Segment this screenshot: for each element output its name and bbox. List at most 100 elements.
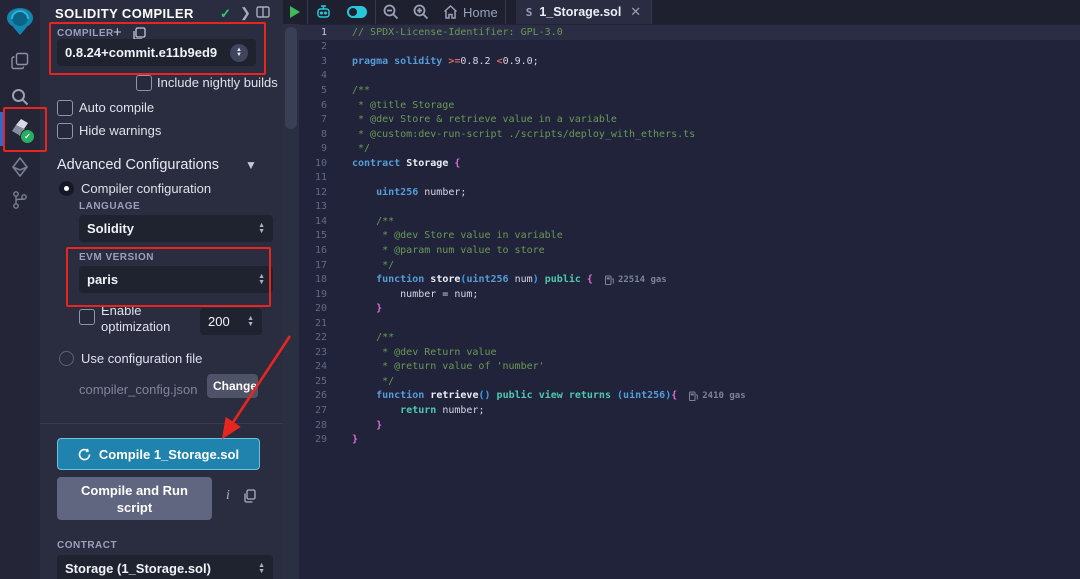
file-explorer-icon[interactable] bbox=[0, 44, 40, 78]
config-file-radio[interactable] bbox=[59, 351, 74, 366]
code-text: uint256 number; bbox=[352, 187, 466, 198]
ai-assistant-icon[interactable] bbox=[308, 0, 339, 24]
code-line[interactable]: 19 number = num; bbox=[299, 287, 1080, 302]
code-line[interactable]: 27 return number; bbox=[299, 403, 1080, 418]
git-icon[interactable] bbox=[0, 183, 40, 217]
editor-tab[interactable]: S 1_Storage.sol ✕ bbox=[516, 0, 652, 24]
advanced-config-title[interactable]: Advanced Configurations bbox=[57, 157, 219, 173]
version-stepper-icon: ▲▼ bbox=[230, 44, 248, 62]
search-icon[interactable] bbox=[0, 80, 40, 114]
compiler-config-radio[interactable] bbox=[59, 181, 74, 196]
language-select[interactable]: Solidity ▲▼ bbox=[79, 215, 273, 242]
copy-icon[interactable] bbox=[243, 489, 256, 503]
panel-resize-handle[interactable] bbox=[283, 24, 299, 579]
line-number: 11 bbox=[299, 172, 327, 183]
line-number: 18 bbox=[299, 274, 327, 285]
zoom-out-icon[interactable] bbox=[376, 0, 406, 24]
code-text: * @dev Store & retrieve value in a varia… bbox=[352, 114, 617, 125]
code-text: /** bbox=[352, 85, 370, 96]
code-line[interactable]: 11 bbox=[299, 170, 1080, 185]
compiler-label: COMPILER bbox=[57, 28, 114, 39]
autocompile-checkbox[interactable] bbox=[57, 100, 73, 116]
code-text: * @dev Return value bbox=[352, 347, 497, 358]
code-text: number = num; bbox=[352, 289, 478, 300]
line-number: 26 bbox=[299, 390, 327, 401]
line-number: 12 bbox=[299, 187, 327, 198]
tab-solidity-icon: S bbox=[526, 6, 533, 19]
line-number: 13 bbox=[299, 201, 327, 212]
code-line[interactable]: 13 bbox=[299, 200, 1080, 215]
code-text: /** bbox=[352, 332, 394, 343]
collapse-chevron-icon[interactable]: ▼ bbox=[245, 158, 257, 172]
compiler-version-select[interactable]: 0.8.24+commit.e11b9ed9 ▲▼ bbox=[57, 39, 256, 66]
code-line[interactable]: 12 uint256 number; bbox=[299, 185, 1080, 200]
zoom-in-icon[interactable] bbox=[406, 0, 436, 24]
code-line[interactable]: 8 * @custom:dev-run-script ./scripts/dep… bbox=[299, 127, 1080, 142]
code-line[interactable]: 17 */ bbox=[299, 258, 1080, 273]
remix-ide-window: ✓ SOLIDITY COMPILER ✓ ❯ COMPILER + bbox=[0, 0, 1080, 579]
code-line[interactable]: 15 * @dev Store value in variable bbox=[299, 229, 1080, 244]
gas-estimate-badge: 22514 gas bbox=[605, 275, 667, 285]
deploy-run-icon[interactable] bbox=[0, 150, 40, 184]
code-line[interactable]: 25 */ bbox=[299, 374, 1080, 389]
compile-button[interactable]: Compile 1_Storage.sol bbox=[57, 438, 260, 470]
code-line[interactable]: 1// SPDX-License-Identifier: GPL-3.0 bbox=[299, 25, 1080, 40]
forward-chevron-icon[interactable]: ❯ bbox=[240, 5, 251, 21]
columns-panel-icon[interactable] bbox=[256, 6, 270, 18]
contract-select[interactable]: Storage (1_Storage.sol) ▲▼ bbox=[57, 555, 273, 579]
line-number: 24 bbox=[299, 361, 327, 372]
evm-select[interactable]: paris ▲▼ bbox=[79, 266, 273, 293]
code-line[interactable]: 21 bbox=[299, 316, 1080, 331]
code-line[interactable]: 24 * @return value of 'number' bbox=[299, 360, 1080, 375]
code-text: */ bbox=[352, 376, 394, 387]
nightly-checkbox[interactable] bbox=[136, 75, 152, 91]
code-text: contract Storage { bbox=[352, 158, 460, 169]
code-line[interactable]: 5/** bbox=[299, 83, 1080, 98]
copilot-toggle-icon[interactable] bbox=[339, 0, 375, 24]
remix-logo-icon[interactable] bbox=[0, 2, 40, 42]
code-line[interactable]: 23 * @dev Return value bbox=[299, 345, 1080, 360]
code-lines[interactable]: 1// SPDX-License-Identifier: GPL-3.023pr… bbox=[299, 25, 1080, 447]
code-line[interactable]: 2 bbox=[299, 40, 1080, 55]
code-line[interactable]: 7 * @dev Store & retrieve value in a var… bbox=[299, 112, 1080, 127]
optimization-runs-input[interactable]: 200 ▲▼ bbox=[200, 308, 262, 335]
code-line[interactable]: 26 function retrieve() public view retur… bbox=[299, 389, 1080, 404]
code-line[interactable]: 10contract Storage { bbox=[299, 156, 1080, 171]
solidity-compiler-icon[interactable]: ✓ bbox=[0, 112, 40, 146]
line-number: 29 bbox=[299, 434, 327, 445]
run-script-button[interactable] bbox=[283, 0, 307, 24]
line-number: 7 bbox=[299, 114, 327, 125]
tab-close-icon[interactable]: ✕ bbox=[630, 4, 641, 20]
optimization-checkbox[interactable] bbox=[79, 309, 95, 325]
code-line[interactable]: 20 } bbox=[299, 301, 1080, 316]
code-line[interactable]: 14 /** bbox=[299, 214, 1080, 229]
code-line[interactable]: 28 } bbox=[299, 418, 1080, 433]
compile-run-button[interactable]: Compile and Run script bbox=[57, 477, 212, 520]
code-line[interactable]: 9 */ bbox=[299, 141, 1080, 156]
code-line[interactable]: 29} bbox=[299, 432, 1080, 447]
code-text: } bbox=[352, 420, 382, 431]
tab-label: 1_Storage.sol bbox=[539, 5, 621, 19]
evm-label: EVM VERSION bbox=[79, 252, 154, 263]
info-icon[interactable]: i bbox=[226, 488, 230, 504]
icon-rail: ✓ bbox=[0, 0, 40, 579]
refresh-icon bbox=[78, 448, 91, 461]
code-line[interactable]: 16 * @param num value to store bbox=[299, 243, 1080, 258]
change-button[interactable]: Change bbox=[207, 374, 258, 398]
code-line[interactable]: 4 bbox=[299, 69, 1080, 84]
code-line[interactable]: 18 function store(uint256 num) public {2… bbox=[299, 272, 1080, 287]
code-line[interactable]: 22 /** bbox=[299, 330, 1080, 345]
runs-stepper-icon: ▲▼ bbox=[247, 316, 254, 328]
home-tab[interactable]: Home bbox=[436, 0, 505, 24]
compile-success-badge: ✓ bbox=[20, 129, 35, 144]
code-line[interactable]: 3pragma solidity >=0.8.2 <0.9.0; bbox=[299, 54, 1080, 69]
contract-stepper-icon: ▲▼ bbox=[258, 563, 265, 575]
line-number: 9 bbox=[299, 143, 327, 154]
hidewarnings-checkbox[interactable] bbox=[57, 123, 73, 139]
language-stepper-icon: ▲▼ bbox=[258, 223, 265, 235]
run-script-icon bbox=[290, 6, 300, 18]
code-line[interactable]: 6 * @title Storage bbox=[299, 98, 1080, 113]
editor-top-bar: Home S 1_Storage.sol ✕ bbox=[283, 0, 1080, 24]
line-number: 14 bbox=[299, 216, 327, 227]
line-number: 3 bbox=[299, 56, 327, 67]
